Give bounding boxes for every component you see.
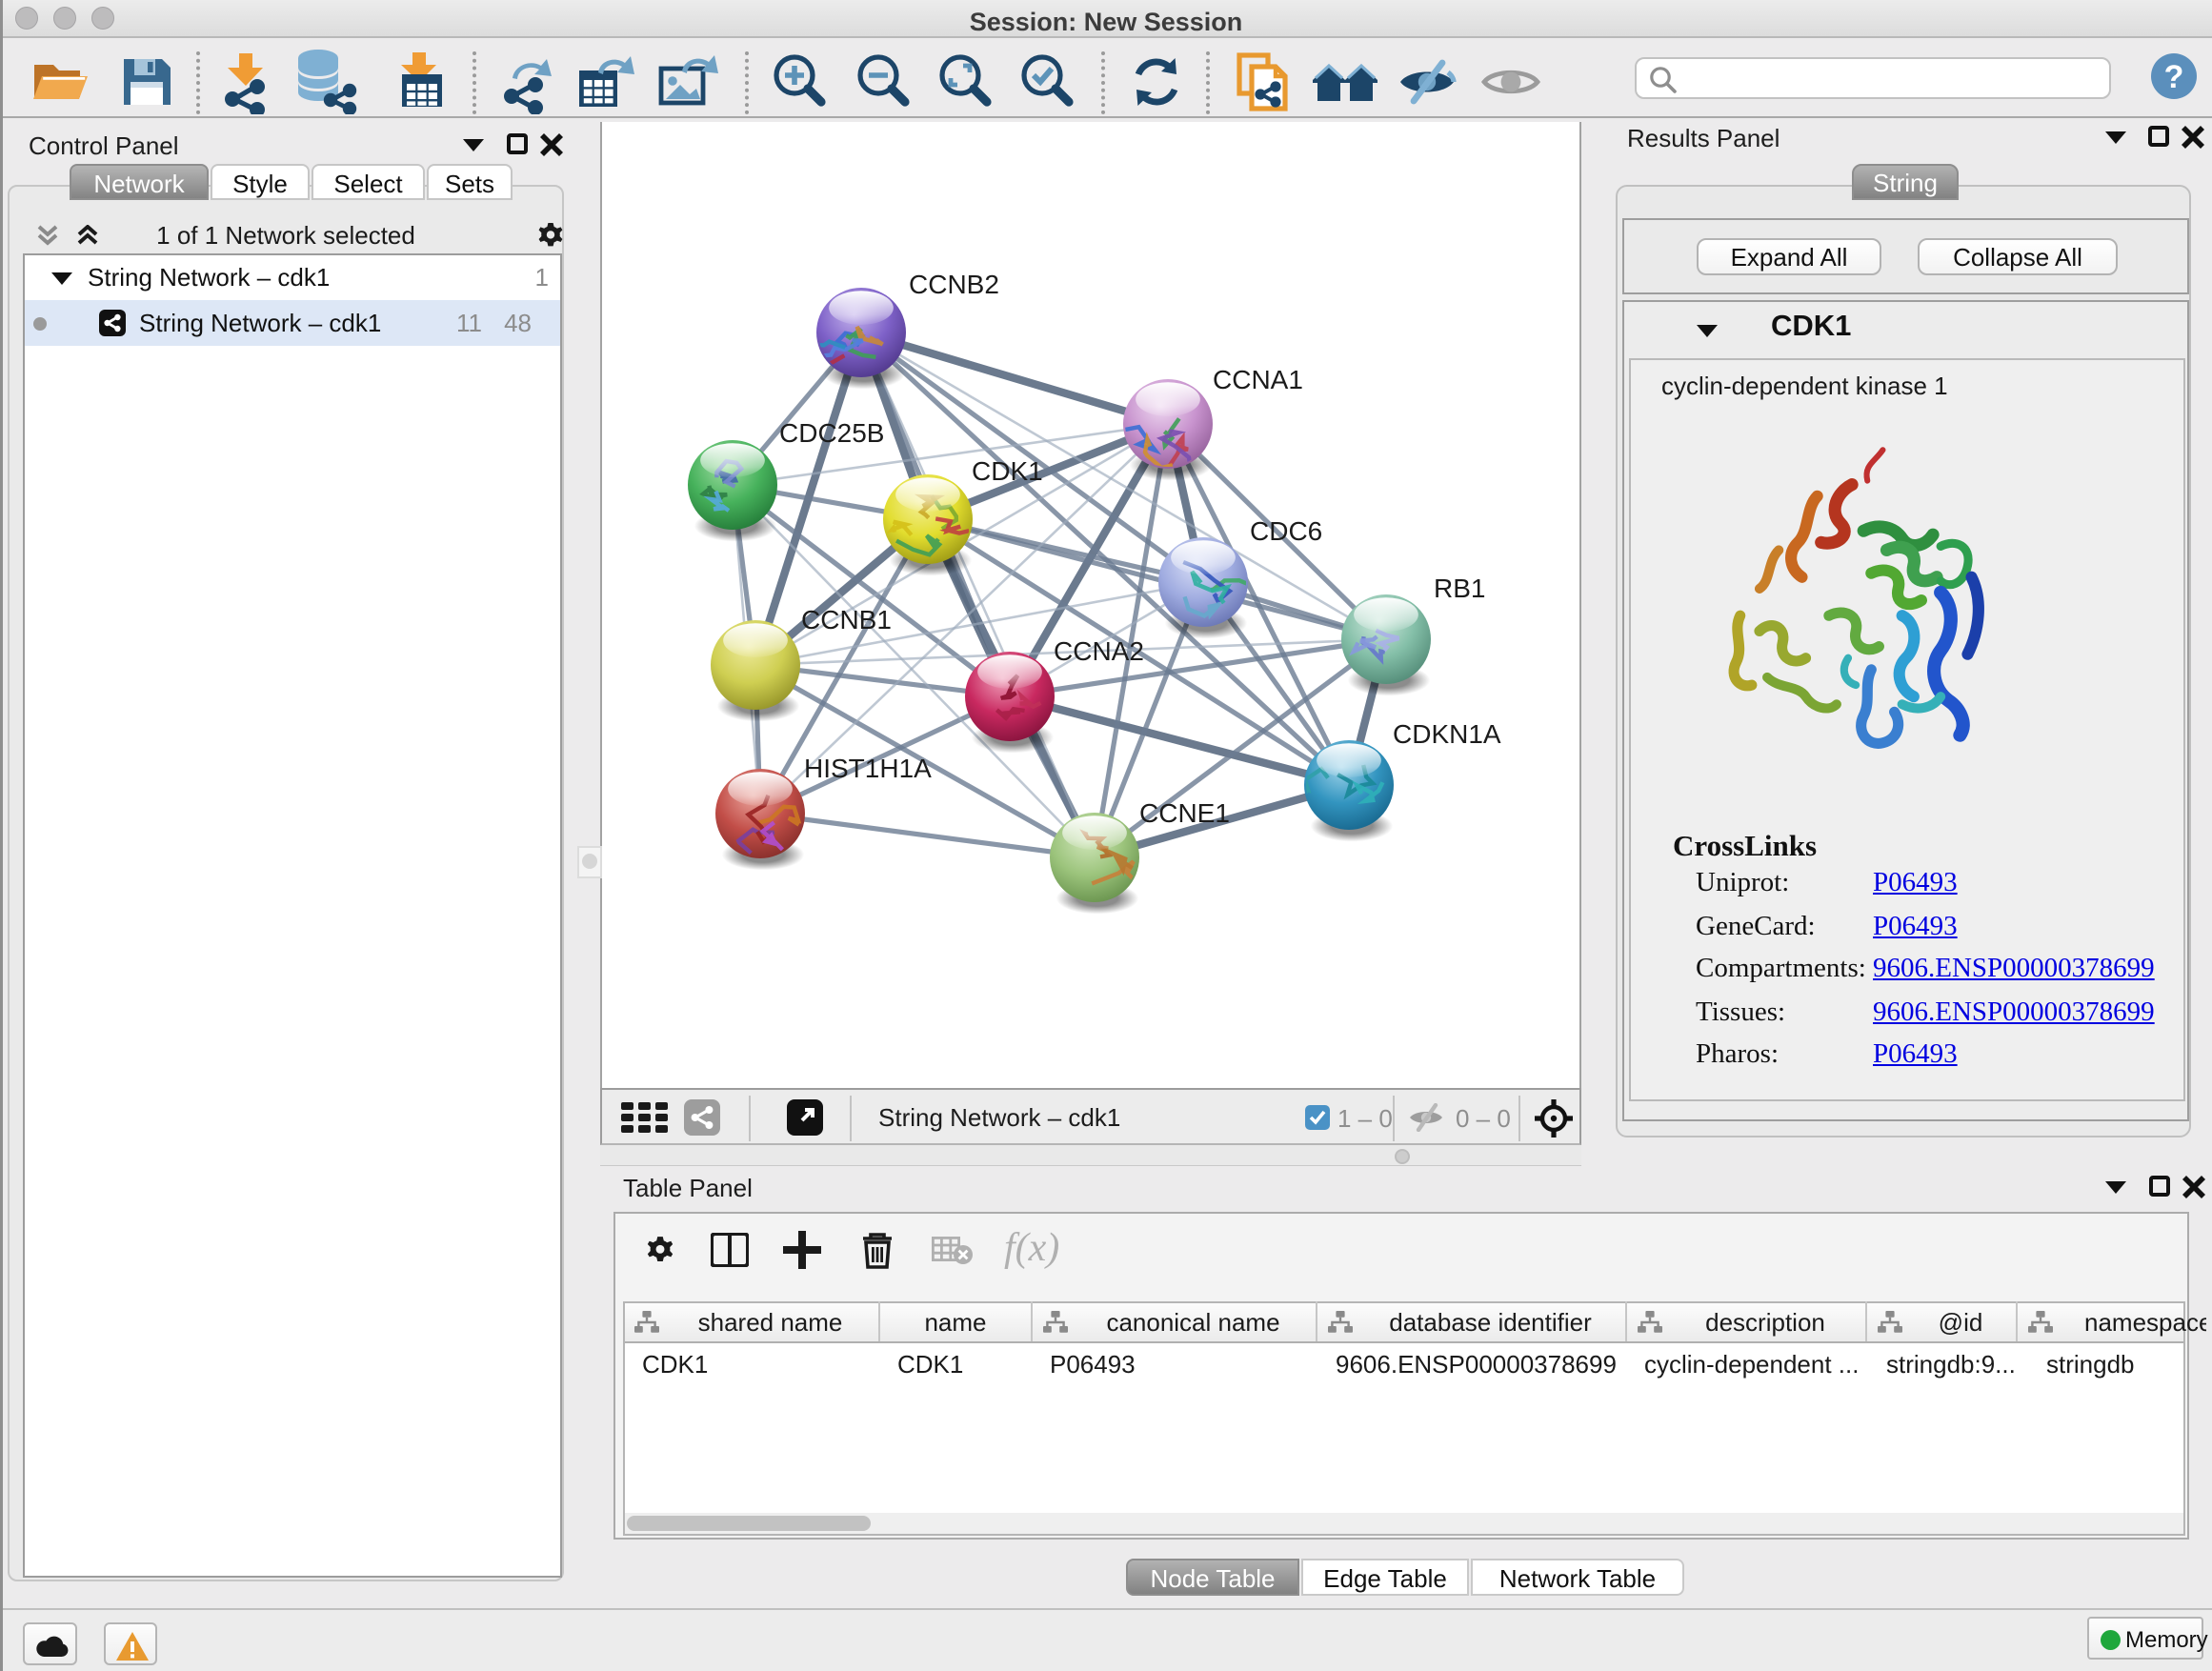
svg-text:CCNE1: CCNE1 (1139, 798, 1230, 828)
svg-text:HIST1H1A: HIST1H1A (804, 754, 932, 783)
svg-text:CCNA2: CCNA2 (1054, 636, 1144, 666)
svg-text:CDKN1A: CDKN1A (1393, 719, 1501, 749)
svg-text:?: ? (2164, 59, 2184, 95)
svg-text:CDK1: CDK1 (972, 456, 1043, 486)
svg-text:RB1: RB1 (1434, 574, 1485, 603)
svg-text:CCNB1: CCNB1 (801, 605, 892, 634)
svg-text:CDC25B: CDC25B (779, 418, 884, 448)
svg-text:CCNB2: CCNB2 (909, 270, 999, 299)
svg-text:CCNA1: CCNA1 (1213, 365, 1303, 394)
svg-text:CDC6: CDC6 (1250, 516, 1322, 546)
